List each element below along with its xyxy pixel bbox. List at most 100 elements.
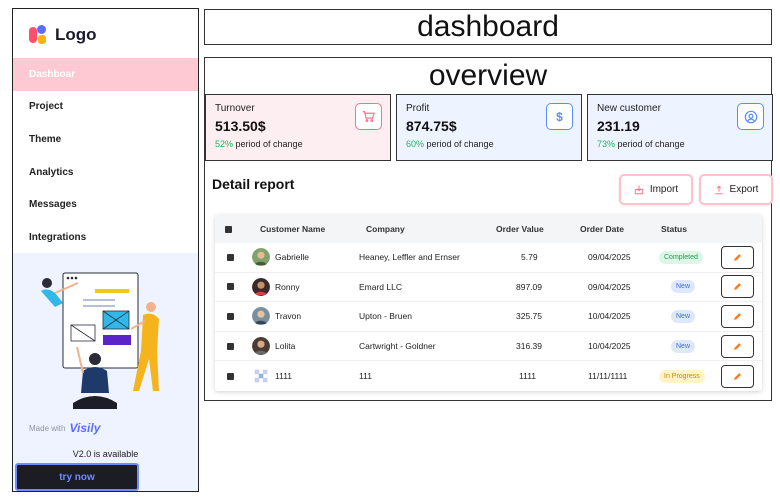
column-order-date[interactable]: Order Date xyxy=(580,215,624,243)
kpi-change-text: period of change xyxy=(233,139,303,149)
overview-section: overview Turnover 513.50$ 52% period of … xyxy=(204,57,773,401)
table-row: 1111 111 1111 11/11/1111 In Progress xyxy=(215,361,762,391)
column-company[interactable]: Company xyxy=(366,215,405,243)
avatar-placeholder xyxy=(252,367,270,386)
status-badge: New xyxy=(671,280,696,294)
edit-button[interactable] xyxy=(721,334,754,358)
made-with-badge[interactable]: Made with Visily xyxy=(29,421,100,435)
sidebar-item-analytics[interactable]: Analytics xyxy=(13,156,198,189)
column-customer-name[interactable]: Customer Name xyxy=(260,215,325,243)
logo[interactable]: Logo xyxy=(29,25,97,45)
kpi-change-text: period of change xyxy=(615,139,685,149)
pencil-icon xyxy=(734,372,741,380)
column-status[interactable]: Status xyxy=(661,215,687,243)
edit-cell xyxy=(721,332,754,361)
avatar xyxy=(252,337,270,356)
row-checkbox[interactable] xyxy=(227,243,234,272)
customer-name: Lolita xyxy=(275,341,296,352)
table-row: Lolita Cartwright - Goldner 316.39 10/04… xyxy=(215,332,762,362)
column-order-value[interactable]: Order Value xyxy=(496,215,544,243)
customer-cell: Gabrielle xyxy=(252,243,309,272)
customer-cell: Ronny xyxy=(252,273,300,302)
status-badge: New xyxy=(671,309,696,323)
pencil-icon xyxy=(734,342,741,350)
order-date-cell: 10/04/2025 xyxy=(588,341,631,352)
status-cell: In Progress xyxy=(659,361,705,391)
edit-cell xyxy=(721,273,754,302)
customer-cell: Travon xyxy=(252,302,301,331)
customer-name: Ronny xyxy=(275,281,300,292)
dollar-icon[interactable]: $ xyxy=(546,103,573,130)
avatar xyxy=(252,248,270,267)
sidebar: Logo Dashboar Project Theme Analytics Me… xyxy=(12,8,199,492)
company-cell: Emard LLC xyxy=(359,281,402,292)
logo-text: Logo xyxy=(55,25,97,44)
kpi-change: 52% period of change xyxy=(215,139,390,149)
page-title: dashboard xyxy=(204,9,772,45)
edit-button[interactable] xyxy=(721,275,754,299)
status-cell: New xyxy=(671,302,696,331)
order-date-cell: 09/04/2025 xyxy=(588,252,631,263)
kpi-card-profit: Profit 874.75$ 60% period of change $ xyxy=(396,94,582,161)
kpi-change-pct: 60% xyxy=(406,139,425,149)
order-date-cell: 11/11/1111 xyxy=(588,371,628,382)
table-row: Ronny Emard LLC 897.09 09/04/2025 New xyxy=(215,273,762,303)
order-value-cell: 897.09 xyxy=(516,281,542,292)
table-row: Gabrielle Heaney, Leffler and Ernser 5.7… xyxy=(215,243,762,273)
status-cell: New xyxy=(671,332,696,361)
edit-cell xyxy=(721,243,754,272)
order-date-cell: 10/04/2025 xyxy=(588,311,631,322)
import-icon xyxy=(634,185,644,194)
pencil-icon xyxy=(734,283,741,291)
status-badge: New xyxy=(671,339,696,353)
customer-cell: 1111 xyxy=(252,361,292,391)
customer-name: Travon xyxy=(275,311,302,322)
row-checkbox[interactable] xyxy=(227,273,234,302)
status-cell: New xyxy=(671,273,696,302)
company-cell: Heaney, Leffler and Ernser xyxy=(359,252,460,263)
table-row: Travon Upton - Bruen 325.75 10/04/2025 N… xyxy=(215,302,762,332)
avatar xyxy=(252,307,270,326)
kpi-card-turnover: Turnover 513.50$ 52% period of change xyxy=(205,94,391,161)
export-label: Export xyxy=(729,184,759,195)
kpi-change-text: period of change xyxy=(424,139,494,149)
edit-button[interactable] xyxy=(721,364,754,388)
order-date-cell: 09/04/2025 xyxy=(588,281,631,292)
avatar xyxy=(252,277,270,296)
team-illustration xyxy=(41,272,159,409)
kpi-change: 73% period of change xyxy=(597,139,772,149)
order-value-cell: 5.79 xyxy=(521,252,538,263)
edit-cell xyxy=(721,361,754,391)
row-checkbox[interactable] xyxy=(227,302,234,331)
logo-icon xyxy=(29,25,49,45)
order-value-cell: 1111 xyxy=(519,371,537,382)
edit-button[interactable] xyxy=(721,245,754,269)
company-cell: 111 xyxy=(359,371,372,382)
sidebar-item-theme[interactable]: Theme xyxy=(13,123,198,156)
edit-button[interactable] xyxy=(721,304,754,328)
sidebar-item-project[interactable]: Project xyxy=(13,91,198,124)
kpi-change: 60% period of change xyxy=(406,139,581,149)
detail-report-table: Customer Name Company Order Value Order … xyxy=(215,215,762,391)
sidebar-item-dashboard[interactable]: Dashboar xyxy=(13,58,198,91)
visily-brand: Visily xyxy=(69,421,101,435)
user-circle-icon[interactable] xyxy=(737,103,764,130)
customer-name: 1111 xyxy=(275,371,293,382)
overview-title: overview xyxy=(428,59,548,92)
order-value-cell: 316.39 xyxy=(516,341,542,352)
try-now-button[interactable]: try now xyxy=(15,463,139,491)
cart-icon[interactable] xyxy=(355,103,382,130)
version-text: V2.0 is available xyxy=(72,449,139,459)
export-icon xyxy=(714,185,723,194)
sidebar-item-integrations[interactable]: Integrations xyxy=(13,221,198,254)
kpi-change-pct: 73% xyxy=(597,139,616,149)
import-button[interactable]: Import xyxy=(619,174,693,205)
order-value-cell: 325.75 xyxy=(516,311,542,322)
sidebar-item-messages[interactable]: Messages xyxy=(13,188,198,221)
export-button[interactable]: Export xyxy=(699,174,773,205)
status-badge: In Progress xyxy=(659,369,705,383)
customer-name: Gabrielle xyxy=(275,252,310,263)
row-checkbox[interactable] xyxy=(227,361,234,391)
select-all-checkbox[interactable] xyxy=(225,215,232,243)
row-checkbox[interactable] xyxy=(227,332,234,361)
